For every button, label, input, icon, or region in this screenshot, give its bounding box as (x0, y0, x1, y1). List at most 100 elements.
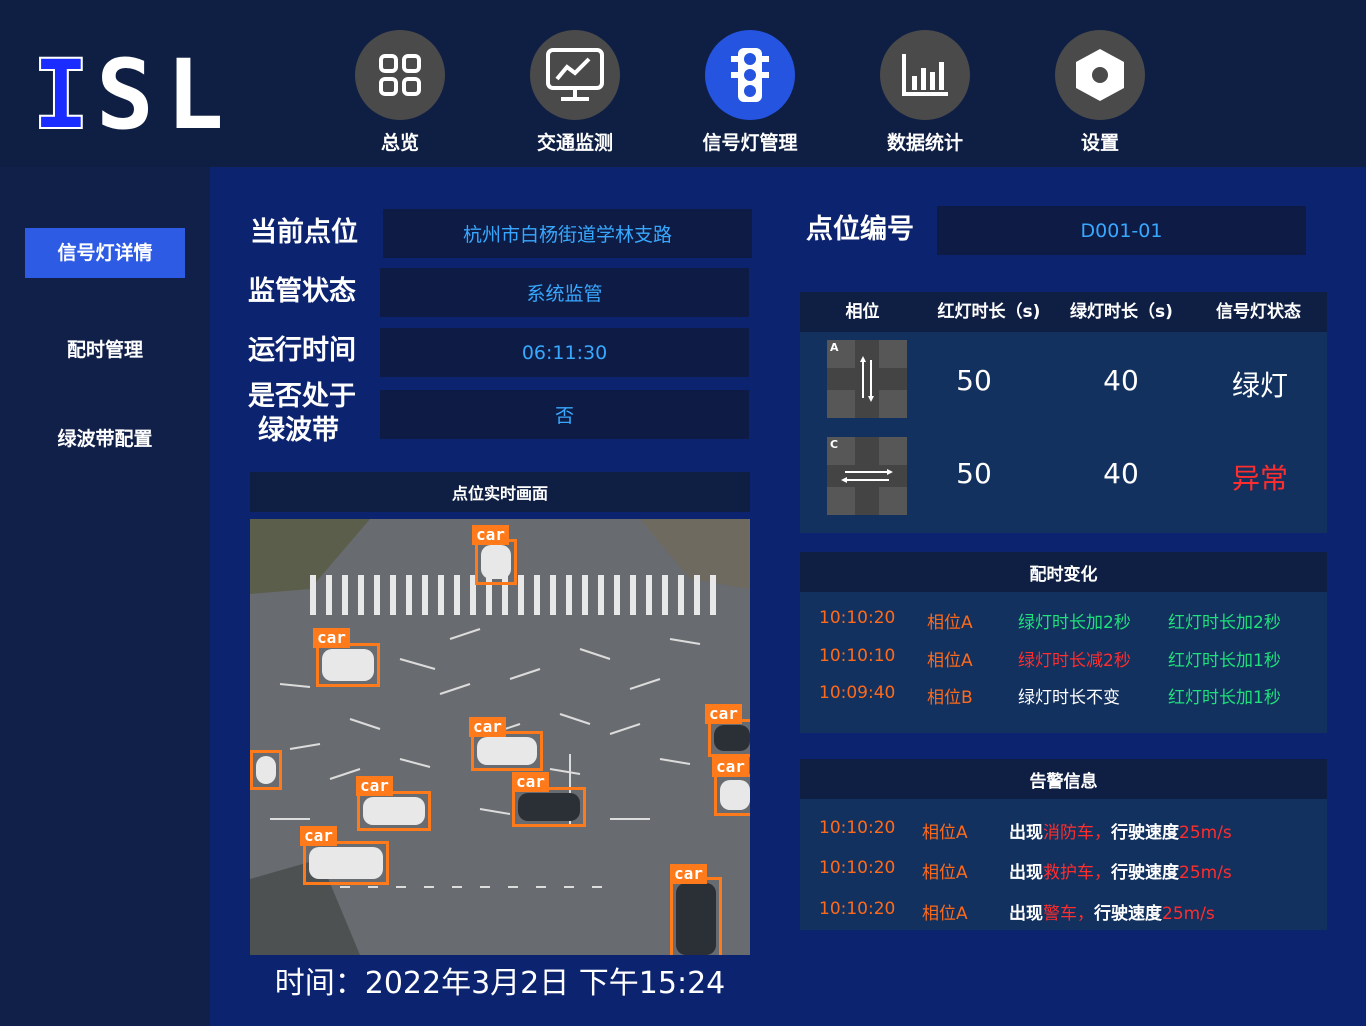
green-change: 绿灯时长加2秒 (1018, 613, 1131, 633)
vehicle (518, 793, 580, 821)
alert-prefix: 出现 (1009, 863, 1043, 883)
isl-logo: I S L (31, 44, 224, 134)
nav-signal-management[interactable]: 信号灯管理 (685, 30, 815, 160)
alert-time: 10:10:20 (819, 899, 896, 919)
svg-text:I: I (32, 44, 90, 134)
alert-prefix: 出现 (1009, 823, 1043, 843)
monitor-chart-icon (530, 30, 620, 120)
column-header: 相位 (845, 302, 880, 322)
nav-overview[interactable]: 总览 (335, 30, 465, 160)
nav-traffic-monitor[interactable]: 交通监测 (510, 30, 640, 160)
vehicle (676, 883, 716, 955)
point-id-value: D001-01 (937, 206, 1306, 255)
alert-speed-label: 行驶速度 (1111, 823, 1179, 843)
phase-letter: C (830, 438, 839, 451)
svg-text:S: S (96, 44, 154, 134)
alert-speed: 25m/s (1179, 863, 1232, 883)
nav-label: 设置 (1080, 132, 1119, 154)
alert-message: 出现消防车，行驶速度25m/s (1009, 818, 1232, 843)
vehicle (714, 725, 750, 751)
phase-diagram-image: C (827, 437, 907, 515)
vehicle (363, 797, 425, 825)
vehicle (309, 847, 383, 879)
video-timestamp: 时间：2022年3月2日 下午15:24 (274, 966, 726, 1001)
log-phase: 相位A (927, 651, 973, 671)
log-phase: 相位A (927, 613, 973, 633)
red-duration: 50 (956, 364, 992, 397)
detection-label: car (670, 864, 707, 884)
alert-speed: 25m/s (1179, 823, 1232, 843)
bar-chart-icon (880, 30, 970, 120)
detection-label: car (356, 776, 393, 796)
log-time: 10:09:40 (819, 683, 896, 703)
panel-title: 告警信息 (800, 759, 1327, 799)
detection-box (475, 539, 517, 585)
alert-message: 出现警车，行驶速度25m/s (1009, 899, 1215, 924)
vehicle (256, 756, 276, 784)
runtime-value: 06:11:30 (380, 328, 749, 377)
detection-label: car (472, 525, 509, 545)
point-id-label: 点位编号 (806, 214, 914, 245)
alert-speed: 25m/s (1162, 904, 1215, 924)
column-header: 信号灯状态 (1216, 302, 1301, 322)
panel-title: 配时变化 (800, 552, 1327, 592)
green-change: 绿灯时长不变 (1018, 688, 1120, 708)
green-duration: 40 (1103, 364, 1139, 397)
greenwave-value: 否 (380, 390, 749, 439)
detection-label: car (712, 757, 749, 777)
detection-label: car (313, 628, 350, 648)
alert-vehicle: 消防车， (1043, 823, 1111, 843)
runtime-label: 运行时间 (248, 335, 356, 366)
nav-settings[interactable]: 设置 (1035, 30, 1165, 160)
alert-phase: 相位A (922, 823, 968, 843)
sidebar-item-green-wave-config[interactable]: 绿波带配置 (25, 414, 185, 464)
sidebar-item-timing-management[interactable]: 配时管理 (25, 325, 185, 375)
column-header: 红灯时长（s) (937, 302, 1041, 322)
red-change: 红灯时长加1秒 (1168, 688, 1281, 708)
red-change: 红灯时长加1秒 (1168, 651, 1281, 671)
timing-changes-panel: 配时变化 10:10:20 相位A 绿灯时长加2秒 红灯时长加2秒 10:10:… (800, 552, 1327, 733)
status-value: 系统监管 (380, 268, 749, 317)
detection-box (471, 731, 543, 771)
sidebar-item-signal-details[interactable]: 信号灯详情 (25, 228, 185, 278)
hexagon-settings-icon (1055, 30, 1145, 120)
phase-table: 相位 红灯时长（s) 绿灯时长（s) 信号灯状态 A 50 40 绿灯 C 50… (800, 292, 1327, 533)
location-label: 当前点位 (250, 217, 358, 248)
column-header: 绿灯时长（s) (1070, 302, 1173, 322)
alert-time: 10:10:20 (819, 818, 896, 838)
detection-box (670, 877, 722, 955)
status-label: 监管状态 (248, 276, 356, 307)
nav-label: 信号灯管理 (702, 132, 798, 154)
detection-box (250, 750, 282, 790)
nav-label: 数据统计 (886, 132, 963, 154)
vehicle (720, 780, 750, 810)
alert-prefix: 出现 (1009, 904, 1043, 924)
svg-text:L: L (166, 44, 224, 134)
detection-box (708, 719, 750, 757)
alert-time: 10:10:20 (819, 858, 896, 878)
nav-label: 总览 (380, 132, 419, 154)
alert-speed-label: 行驶速度 (1111, 863, 1179, 883)
nav-label: 交通监测 (536, 132, 613, 154)
traffic-light-icon (705, 30, 795, 120)
red-change: 红灯时长加2秒 (1168, 613, 1281, 633)
detection-box (316, 643, 380, 687)
top-bar: I S L 总览 交通监测 信号灯管理 数据统计 设置 (0, 0, 1366, 167)
alert-message: 出现救护车，行驶速度25m/s (1009, 858, 1232, 883)
alert-phase: 相位A (922, 863, 968, 883)
vehicle (481, 545, 511, 579)
detection-label: car (512, 772, 549, 792)
red-duration: 50 (956, 457, 992, 490)
detection-label: car (300, 826, 337, 846)
alert-phase: 相位A (922, 904, 968, 924)
alert-vehicle: 警车， (1043, 904, 1094, 924)
sidebar: 信号灯详情 配时管理 绿波带配置 (0, 167, 210, 1026)
log-time: 10:10:20 (819, 608, 896, 628)
alert-vehicle: 救护车， (1043, 863, 1111, 883)
nav-data-stats[interactable]: 数据统计 (860, 30, 990, 160)
live-video-feed[interactable]: car car car car car car car car car (250, 519, 750, 955)
phase-letter: A (830, 341, 839, 354)
vehicle (477, 737, 537, 765)
greenwave-label-line1: 是否处于 (248, 381, 356, 412)
detection-box (303, 841, 389, 885)
